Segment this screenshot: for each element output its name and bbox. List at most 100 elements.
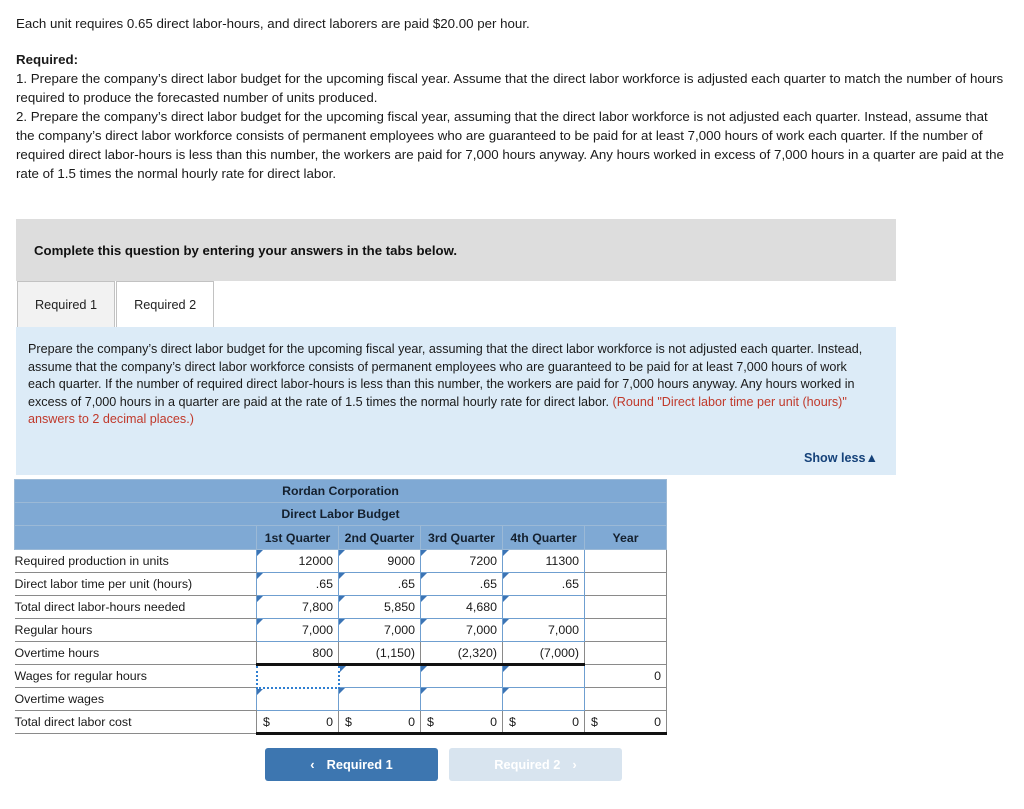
- cell-overtime-hours-q2: (1,150): [338, 641, 421, 666]
- table-title: Direct Labor Budget: [14, 502, 667, 526]
- cell-value: .65: [315, 577, 333, 591]
- next-required-2-button[interactable]: Required 2 ›: [449, 748, 622, 781]
- row-label-total-hours-needed: Total direct labor-hours needed: [14, 595, 257, 619]
- cell-wages-regular-hours-q3[interactable]: [420, 664, 503, 688]
- cell-overtime-hours-q4: (7,000): [502, 641, 585, 666]
- cell-regular-hours-q1[interactable]: 7,000: [256, 618, 339, 642]
- cell-value: 7,000: [301, 623, 333, 637]
- cell-value: 0: [490, 714, 497, 729]
- cell-required-production-q2[interactable]: 9000: [338, 549, 421, 573]
- previous-button-label: Required 1: [326, 757, 393, 772]
- cell-total-cost-year: $ 0: [584, 710, 667, 735]
- table-company-name: Rordan Corporation: [14, 479, 667, 503]
- tab-bar: Required 1 Required 2: [17, 281, 215, 327]
- cell-value: .65: [479, 577, 497, 591]
- cell-value: 0: [572, 714, 579, 729]
- requirement-2-text: 2. Prepare the company’s direct labor bu…: [16, 109, 1004, 181]
- cell-required-production-q1[interactable]: 12000: [256, 549, 339, 573]
- cell-value: 0: [408, 714, 415, 729]
- cell-required-production-q3[interactable]: 7200: [420, 549, 503, 573]
- column-header-blank: [14, 525, 257, 550]
- cell-value: (2,320): [457, 645, 497, 660]
- currency-symbol: $: [591, 714, 598, 729]
- row-label-direct-labor-time: Direct labor time per unit (hours): [14, 572, 257, 596]
- cell-regular-hours-q4[interactable]: 7,000: [502, 618, 585, 642]
- cell-value: 7,000: [547, 623, 579, 637]
- required-heading: Required:: [16, 52, 79, 67]
- cell-direct-labor-time-q1[interactable]: .65: [256, 572, 339, 596]
- cell-total-hours-needed-q3[interactable]: 4,680: [420, 595, 503, 619]
- cell-value: 5,850: [383, 600, 415, 614]
- cell-overtime-hours-q3: (2,320): [420, 641, 503, 666]
- cell-direct-labor-time-year[interactable]: [584, 572, 667, 596]
- table-title-row: Direct Labor Budget: [14, 502, 667, 526]
- tab-required-1[interactable]: Required 1: [17, 281, 116, 327]
- previous-required-1-button[interactable]: ‹ Required 1: [265, 748, 438, 781]
- cell-overtime-wages-q2[interactable]: [338, 687, 421, 711]
- cell-total-cost-q2: $ 0: [338, 710, 421, 735]
- cell-overtime-wages-q3[interactable]: [420, 687, 503, 711]
- row-label-overtime-hours: Overtime hours: [14, 641, 257, 665]
- table-company-row: Rordan Corporation: [14, 479, 667, 503]
- cell-value: (7,000): [539, 645, 579, 660]
- budget-table: Rordan Corporation Direct Labor Budget 1…: [14, 479, 667, 735]
- cell-wages-regular-hours-q4[interactable]: [502, 664, 585, 688]
- next-button-label: Required 2: [494, 757, 561, 772]
- cell-value: 12000: [298, 554, 333, 568]
- cell-total-cost-q3: $ 0: [420, 710, 503, 735]
- cell-value: 7,000: [383, 623, 415, 637]
- cell-direct-labor-time-q2[interactable]: .65: [338, 572, 421, 596]
- cell-regular-hours-year[interactable]: [584, 618, 667, 642]
- column-header-q2: 2nd Quarter: [338, 525, 421, 550]
- cell-wages-regular-hours-q1[interactable]: [255, 663, 340, 689]
- column-header-q4: 4th Quarter: [502, 525, 585, 550]
- currency-symbol: $: [427, 714, 434, 729]
- cell-value: 800: [312, 645, 333, 660]
- cell-overtime-wages-year: [584, 687, 667, 711]
- tab-required-2[interactable]: Required 2: [116, 281, 215, 327]
- cell-overtime-hours-year: [584, 641, 667, 665]
- requirement-instruction-panel: Prepare the company’s direct labor budge…: [16, 327, 896, 475]
- row-label-wages-regular-hours: Wages for regular hours: [14, 664, 257, 688]
- cell-value: 0: [326, 714, 333, 729]
- table-row: Total direct labor-hours needed 7,800 5,…: [14, 595, 667, 619]
- row-label-overtime-wages: Overtime wages: [14, 687, 257, 711]
- currency-symbol: $: [263, 714, 270, 729]
- cell-total-cost-q4: $ 0: [502, 710, 585, 735]
- tab-required-1-label: Required 1: [35, 297, 98, 312]
- cell-value: .65: [397, 577, 415, 591]
- column-header-q3: 3rd Quarter: [420, 525, 503, 550]
- cell-value: 7,000: [465, 623, 497, 637]
- cell-value: 4,680: [465, 600, 497, 614]
- cell-direct-labor-time-q3[interactable]: .65: [420, 572, 503, 596]
- column-header-q1: 1st Quarter: [256, 525, 339, 550]
- cell-total-hours-needed-q2[interactable]: 5,850: [338, 595, 421, 619]
- tab-required-2-label: Required 2: [134, 297, 197, 312]
- show-less-link[interactable]: Show less▲: [804, 451, 878, 465]
- cell-direct-labor-time-q4[interactable]: .65: [502, 572, 585, 596]
- problem-statement: Each unit requires 0.65 direct labor-hou…: [0, 0, 1024, 183]
- table-row: Regular hours 7,000 7,000 7,000 7,000: [14, 618, 667, 642]
- cell-value: 7,800: [301, 600, 333, 614]
- cell-regular-hours-q3[interactable]: 7,000: [420, 618, 503, 642]
- cell-overtime-wages-q1[interactable]: [256, 687, 339, 711]
- table-row: Total direct labor cost $ 0 $ 0 $ 0 $ 0: [14, 710, 667, 735]
- cell-required-production-q4[interactable]: 11300: [502, 549, 585, 573]
- column-header-year: Year: [584, 525, 667, 550]
- table-row: Direct labor time per unit (hours) .65 .…: [14, 572, 667, 596]
- row-label-required-production: Required production in units: [14, 549, 257, 573]
- cell-total-hours-needed-year[interactable]: [584, 595, 667, 619]
- cell-value: 0: [654, 669, 661, 683]
- cell-regular-hours-q2[interactable]: 7,000: [338, 618, 421, 642]
- table-row: Overtime wages: [14, 687, 667, 711]
- cell-total-hours-needed-q4[interactable]: [502, 595, 585, 619]
- cell-total-hours-needed-q1[interactable]: 7,800: [256, 595, 339, 619]
- cell-wages-regular-hours-year: 0: [584, 664, 667, 688]
- row-label-regular-hours: Regular hours: [14, 618, 257, 642]
- cell-wages-regular-hours-q2[interactable]: [338, 664, 421, 688]
- cell-required-production-year[interactable]: [584, 549, 667, 573]
- problem-intro: Each unit requires 0.65 direct labor-hou…: [16, 16, 530, 31]
- cell-overtime-wages-q4[interactable]: [502, 687, 585, 711]
- table-row: Required production in units 12000 9000 …: [14, 549, 667, 573]
